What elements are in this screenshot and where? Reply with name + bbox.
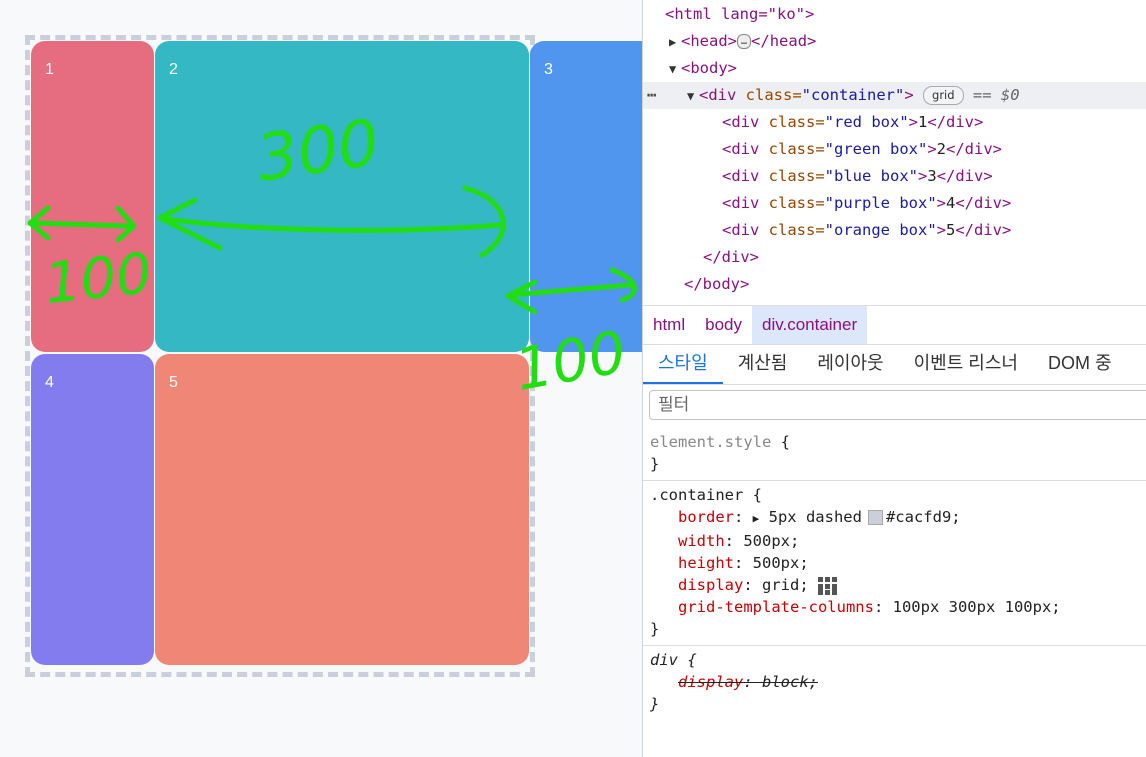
div-open-tag: <div: [699, 86, 746, 104]
child-class-value: "green box": [824, 140, 928, 158]
child-class-value: "red box": [824, 113, 909, 131]
orange-box[interactable]: 5: [155, 354, 529, 665]
styles-tabs: 스타일 계산됨 레이아웃 이벤트 리스너 DOM 중: [643, 344, 1146, 385]
rule-element-style[interactable]: element.style { }: [643, 428, 1146, 480]
brace-close: }: [650, 620, 660, 638]
html-tag: <html lang="ko">: [665, 5, 815, 23]
more-options-icon[interactable]: ⋯: [647, 82, 656, 109]
brace-close: }: [650, 455, 660, 473]
dom-div-close[interactable]: </div>: [643, 244, 1146, 271]
breadcrumb: html body div.container: [643, 305, 1146, 345]
child-text: 5: [946, 221, 956, 239]
prop-height[interactable]: height: [650, 554, 734, 572]
dom-child-blue[interactable]: <div class="blue box">3</div>: [643, 163, 1146, 190]
rule-container[interactable]: .container { border: ▶ 5px dashed #cacfd9…: [643, 480, 1146, 645]
class-attr: class=: [745, 86, 802, 104]
child-class-value: "orange box": [824, 221, 937, 239]
value-border-color[interactable]: #cacfd9: [886, 508, 951, 526]
devtools-panel: <html lang="ko"> ▶ <head>… </head> ▼ <body>…: [642, 0, 1146, 757]
value-display[interactable]: grid;: [762, 576, 809, 594]
dom-body[interactable]: ▼ <body>: [643, 55, 1146, 82]
child-class-value: "blue box": [824, 167, 918, 185]
dom-child-purple[interactable]: <div class="purple box">4</div>: [643, 190, 1146, 217]
collapse-triangle-icon[interactable]: ▼: [687, 83, 699, 110]
head-close-tag: </head>: [751, 32, 817, 50]
breadcrumb-div-container[interactable]: div.container: [752, 306, 868, 344]
div-tag-end: >: [904, 86, 914, 104]
tab-computed[interactable]: 계산됨: [723, 344, 803, 384]
brace-open: {: [771, 433, 790, 451]
brace-open: {: [678, 651, 697, 669]
prop-width[interactable]: width: [650, 532, 725, 550]
expand-triangle-icon[interactable]: ▶: [753, 512, 760, 525]
selected-node-marker: == $0: [972, 86, 1020, 104]
tab-layout[interactable]: 레이아웃: [802, 344, 898, 384]
child-text: 4: [946, 194, 956, 212]
dom-child-red[interactable]: <div class="red box">1</div>: [643, 109, 1146, 136]
tab-styles[interactable]: 스타일: [643, 344, 723, 384]
page-preview: 1 2 3 4 5 300 100 100: [0, 0, 642, 757]
filter-input[interactable]: 필터: [649, 390, 1146, 420]
value-height[interactable]: 500px;: [753, 554, 809, 572]
dom-html[interactable]: <html lang="ko">: [643, 1, 1146, 28]
tab-event-listeners[interactable]: 이벤트 리스너: [899, 344, 1033, 384]
div-close-tag: </div>: [703, 248, 759, 266]
prop-display[interactable]: display: [650, 576, 743, 594]
div-selector: div: [650, 651, 678, 669]
dom-head[interactable]: ▶ <head>… </head>: [643, 28, 1146, 55]
breadcrumb-html[interactable]: html: [643, 306, 695, 344]
class-value: "container": [801, 86, 905, 104]
child-class-value: "purple box": [824, 194, 937, 212]
child-text: 3: [927, 167, 937, 185]
green-box[interactable]: 2: [155, 41, 529, 352]
child-text: 1: [918, 113, 928, 131]
body-close-tag: </body>: [684, 275, 750, 293]
expand-triangle-icon[interactable]: ▶: [669, 29, 681, 56]
breadcrumb-body[interactable]: body: [695, 306, 752, 344]
rule-div[interactable]: div { display: block; }: [643, 645, 1146, 720]
dom-child-green[interactable]: <div class="green box">2</div>: [643, 136, 1146, 163]
dom-container-selected[interactable]: ⋯ ▼ <div class="container"> grid == $0: [643, 82, 1146, 109]
styles-pane: element.style { } .container { border: ▶…: [643, 428, 1146, 720]
value-width[interactable]: 500px;: [743, 532, 799, 550]
blue-box[interactable]: 3: [530, 41, 642, 352]
dom-body-close[interactable]: </body>: [643, 271, 1146, 298]
elements-tree: <html lang="ko"> ▶ <head>… </head> ▼ <body>…: [643, 0, 1146, 305]
collapse-triangle-icon[interactable]: ▼: [669, 56, 681, 83]
red-box[interactable]: 1: [31, 41, 154, 352]
value-grid-template-columns[interactable]: 100px 300px 100px;: [893, 598, 1061, 616]
color-swatch-icon[interactable]: [867, 510, 883, 525]
value-display-overridden[interactable]: block;: [762, 673, 818, 691]
head-open-tag: <head>: [681, 32, 737, 50]
dom-child-orange[interactable]: <div class="orange box">5</div>: [643, 217, 1146, 244]
prop-border[interactable]: border: [650, 508, 734, 526]
value-border[interactable]: 5px dashed: [769, 508, 862, 526]
body-open-tag: <body>: [681, 59, 737, 77]
tab-dom-breakpoints[interactable]: DOM 중: [1033, 344, 1127, 384]
purple-box[interactable]: 4: [31, 354, 154, 665]
grid-container[interactable]: 1 2 3 4 5: [25, 35, 642, 677]
grid-editor-icon[interactable]: [817, 576, 839, 596]
element-style-selector: element.style: [650, 433, 772, 451]
container-selector: .container: [650, 486, 744, 504]
prop-grid-template-columns[interactable]: grid-template-columns: [650, 598, 874, 616]
brace-open: {: [743, 486, 762, 504]
brace-close: }: [650, 695, 660, 713]
child-text: 2: [936, 140, 947, 158]
prop-display-overridden[interactable]: display: [650, 673, 743, 691]
collapsed-ellipsis-icon[interactable]: …: [737, 34, 752, 49]
grid-badge[interactable]: grid: [923, 86, 964, 105]
